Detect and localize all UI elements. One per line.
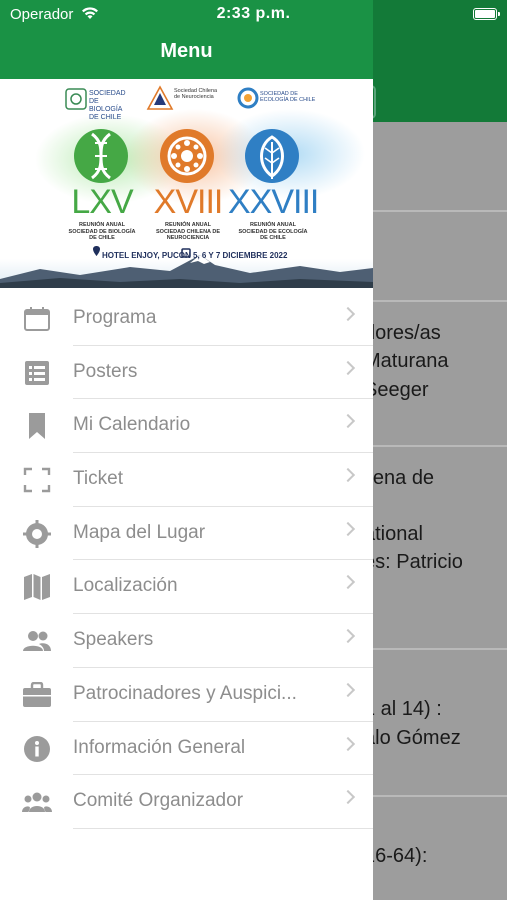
menu-item-label: Posters (73, 360, 138, 382)
banner-logo-ecologia: SOCIEDAD DE ECOLOGÍA DE CHILE (260, 91, 316, 103)
meeting-roman-xviii: XVIII (153, 183, 224, 221)
menu-item-informacion-general[interactable]: Información General (0, 722, 373, 776)
map-icon (22, 573, 52, 601)
chevron-right-icon (340, 414, 356, 429)
meeting-subtitle-neurociencia: REUNIÓN ANUAL SOCIEDAD CHILENA DE NEUROC… (156, 222, 220, 241)
meeting-subtitle-ecologia: REUNIÓN ANUAL SOCIEDAD DE ECOLOGÍA DE CH… (238, 222, 308, 241)
menu-item-label: Mapa del Lugar (73, 521, 206, 543)
chevron-right-icon (340, 467, 356, 483)
battery-icon (473, 8, 500, 20)
chevron-right-icon (340, 521, 356, 536)
clock: 2:33 p.m. (216, 5, 291, 22)
location-target-icon (22, 519, 52, 548)
menu-item-label: Localización (73, 575, 178, 597)
menu-item-label: Patrocinadores y Auspici... (73, 682, 297, 704)
calendar-icon (22, 305, 52, 333)
background-separator (373, 300, 507, 302)
chevron-right-icon (340, 575, 356, 590)
menu-item-label: Speakers (73, 629, 154, 651)
menu-item-label: Comité Organizador (73, 790, 244, 812)
menu-item-posters[interactable]: Posters (0, 346, 373, 400)
separator (73, 827, 373, 829)
event-dates: 5, 6 Y 7 DICIEMBRE 2022 (193, 251, 288, 260)
background-text: ilena de (364, 467, 435, 489)
meeting-roman-lxv: LXV (71, 183, 133, 221)
info-icon (22, 735, 52, 763)
background-separator (373, 795, 507, 797)
meeting-subtitle-biologia: REUNIÓN ANUAL SOCIEDAD DE BIOLOGÍA DE CH… (68, 222, 136, 241)
background-text: alo Gómez (364, 727, 461, 749)
menu-item-ticket[interactable]: Ticket (0, 453, 373, 507)
banner-logo-biologia: SOCIEDAD DE BIOLOGÍA DE CHILE (89, 90, 126, 121)
bookmark-icon (22, 412, 52, 440)
chevron-right-icon (340, 629, 356, 644)
meeting-roman-xxviii: XXVIII (228, 183, 319, 221)
event-banner: SOCIEDAD DE BIOLOGÍA DE CHILE Sociedad C… (0, 79, 373, 288)
list-icon (22, 359, 52, 387)
event-location: HOTEL ENJOY, PUCÓN (102, 251, 191, 260)
chevron-right-icon (340, 736, 356, 751)
scan-frame-icon (22, 466, 52, 494)
chevron-right-icon (340, 790, 356, 805)
banner-logo-neurociencia: Sociedad Chilena de Neurociencia (174, 88, 218, 100)
menu-item-patrocinadores[interactable]: Patrocinadores y Auspici... (0, 668, 373, 722)
chevron-right-icon (340, 682, 356, 697)
chevron-right-icon (340, 360, 356, 375)
background-text: dores/as (364, 322, 441, 344)
menu-item-speakers[interactable]: Speakers (0, 614, 373, 668)
menu-item-mapa-del-lugar[interactable]: Mapa del Lugar (0, 507, 373, 561)
background-text: 16-64): (364, 845, 428, 867)
menu-item-programa[interactable]: Programa (0, 292, 373, 346)
background-text: Maturana (364, 350, 449, 372)
briefcase-icon (22, 681, 52, 709)
group-icon (22, 788, 52, 816)
menu-item-label: Mi Calendario (73, 414, 191, 436)
background-separator (373, 445, 507, 447)
menu-item-label: Programa (73, 307, 157, 328)
background-text: es: Patricio (364, 551, 463, 573)
drawer-menu-list: Programa Posters Mi Calendario Ticket Ma… (0, 292, 373, 829)
menu-item-comite-organizador[interactable]: Comité Organizador (0, 775, 373, 829)
people-icon (22, 627, 52, 655)
background-text: Seeger (364, 379, 429, 401)
menu-item-label: Ticket (73, 468, 123, 490)
menu-item-localizacion[interactable]: Localización (0, 560, 373, 615)
side-menu-drawer: Menu SOCIEDAD DE BIOLOGÍA DE CHILE Socie… (0, 0, 373, 900)
background-separator (373, 210, 507, 212)
menu-item-label: Información General (73, 736, 246, 758)
background-separator (373, 648, 507, 650)
chevron-right-icon (340, 306, 356, 322)
status-bar: Operador 2:33 p.m. (0, 0, 507, 30)
menu-item-mi-calendario[interactable]: Mi Calendario (0, 399, 373, 454)
drawer-title: Menu (160, 40, 213, 62)
background-text: 1 al 14) : (364, 698, 442, 720)
